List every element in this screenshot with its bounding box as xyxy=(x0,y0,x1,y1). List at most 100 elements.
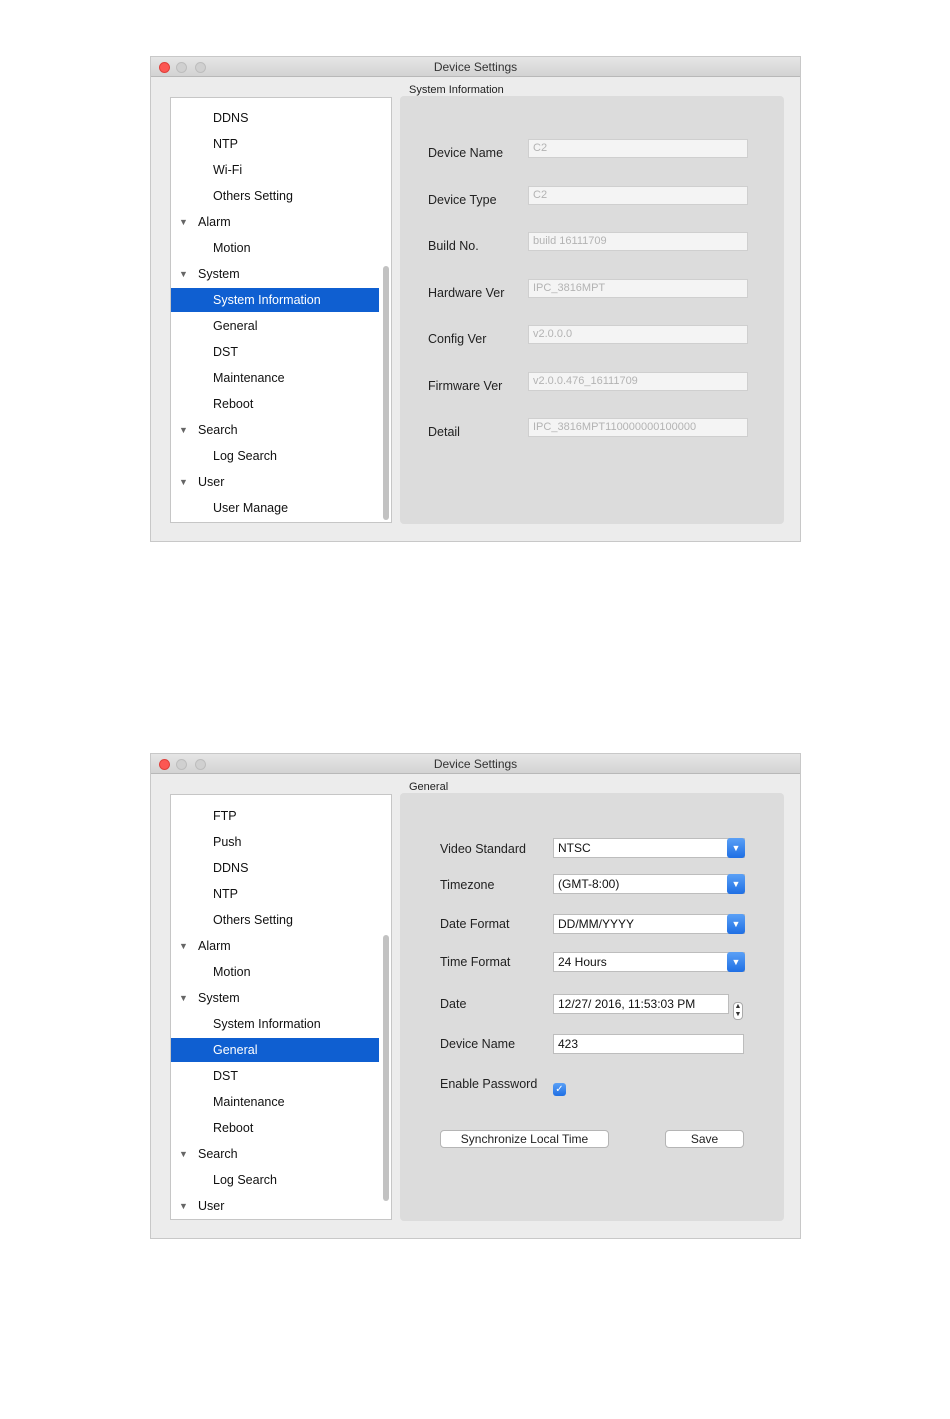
save-button[interactable]: Save xyxy=(665,1130,744,1148)
sidebar-item-system[interactable]: ▼ System xyxy=(171,986,379,1010)
sidebar-item-label: DDNS xyxy=(213,111,249,125)
timezone-select[interactable]: (GMT-8:00) ▼ xyxy=(553,874,745,894)
device-name-label: Device Name xyxy=(428,146,504,160)
settings-tree-sidebar: Email FTP Push DDNS NTP Others Setting ▼ Alarm M… xyxy=(170,794,392,1220)
sidebar-item-label: General xyxy=(213,1043,258,1057)
sidebar-item-system-information[interactable]: System Information xyxy=(171,1012,379,1036)
sidebar-item-others-setting[interactable]: Others Setting xyxy=(171,908,379,932)
sidebar-item-general[interactable]: General xyxy=(171,1038,379,1062)
hardware-ver-label: Hardware Ver xyxy=(428,285,505,300)
sidebar-scrollbar[interactable] xyxy=(383,935,389,1201)
synchronize-local-time-button[interactable]: Synchronize Local Time xyxy=(440,1130,609,1148)
chevron-down-icon[interactable]: ▼ xyxy=(727,952,745,972)
sidebar-item-label: General xyxy=(213,319,258,333)
date-format-select[interactable]: DD/MM/YYYY ▼ xyxy=(553,914,745,934)
device-name-label: Device Name xyxy=(440,1037,516,1051)
video-standard-select[interactable]: NTSC ▼ xyxy=(553,838,745,858)
hardware-ver-field: IPC_3816MPT xyxy=(528,278,748,298)
sidebar-item-label: Search xyxy=(198,1147,238,1161)
sidebar-item-label: User xyxy=(198,475,225,489)
sidebar-item-maintenance[interactable]: Maintenance xyxy=(171,1090,379,1114)
sidebar-item-label: Log Search xyxy=(213,449,277,463)
disclosure-triangle-down-icon[interactable]: ▼ xyxy=(179,470,188,494)
sidebar-item-user[interactable]: ▼ User xyxy=(171,470,379,494)
up-down-stepper-icon[interactable]: ▲ ▼ xyxy=(733,1002,743,1020)
sidebar-item-ddns[interactable]: DDNS xyxy=(171,106,379,130)
sidebar-item-user-manage[interactable]: User Manage xyxy=(171,496,379,520)
sidebar-item-ntp[interactable]: NTP xyxy=(171,132,379,156)
sidebar-item-alarm[interactable]: ▼ Alarm xyxy=(171,210,379,234)
sidebar-item-push[interactable]: Push xyxy=(171,98,379,104)
sidebar-item-label: Reboot xyxy=(213,397,254,411)
disclosure-triangle-down-icon[interactable]: ▼ xyxy=(179,262,188,286)
sidebar-item-system[interactable]: ▼ System xyxy=(171,262,379,286)
date-format-label: Date Format xyxy=(440,917,510,931)
sidebar-item-reboot[interactable]: Reboot xyxy=(171,392,379,416)
video-standard-value: NTSC xyxy=(558,841,591,855)
build-no-field: build 16111709 xyxy=(528,232,748,251)
sidebar-item-ddns[interactable]: DDNS xyxy=(171,856,379,880)
sidebar-item-email[interactable]: Email xyxy=(171,795,379,802)
disclosure-triangle-down-icon[interactable]: ▼ xyxy=(179,986,188,1010)
sidebar-item-user[interactable]: ▼ User xyxy=(171,1194,379,1218)
disclosure-triangle-down-icon[interactable]: ▼ xyxy=(179,1194,188,1218)
config-ver-field: v2.0.0.0 xyxy=(528,325,748,344)
title-bar[interactable]: Device Settings xyxy=(151,754,800,774)
date-value: 12/27/ 2016, 11:53:03 PM xyxy=(558,997,696,1011)
section-title: General xyxy=(409,781,449,793)
disclosure-triangle-down-icon[interactable]: ▼ xyxy=(179,934,188,958)
sidebar-item-label: Push xyxy=(213,98,242,104)
sidebar-item-label: Motion xyxy=(213,241,251,255)
sidebar-item-dst[interactable]: DST xyxy=(171,1064,379,1088)
disclosure-triangle-down-icon[interactable]: ▼ xyxy=(179,1142,188,1166)
disclosure-triangle-down-icon[interactable]: ▼ xyxy=(179,418,188,442)
device-name-field: C2 xyxy=(528,139,748,158)
sidebar-item-wi-fi[interactable]: Wi-Fi xyxy=(171,158,379,182)
device-name-input[interactable]: 423 xyxy=(553,1034,744,1054)
sidebar-item-motion[interactable]: Motion xyxy=(171,960,379,984)
sidebar-item-general[interactable]: General xyxy=(171,314,379,338)
sidebar-item-label: FTP xyxy=(213,809,237,823)
sidebar-item-label: Log Search xyxy=(213,1173,277,1187)
sidebar-item-label: DST xyxy=(213,345,238,359)
device-name-value: 423 xyxy=(558,1037,579,1051)
sidebar-item-search[interactable]: ▼ Search xyxy=(171,418,379,442)
checkmark-icon: ✓ xyxy=(555,1084,564,1095)
timezone-label: Timezone xyxy=(440,878,495,892)
sidebar-item-search[interactable]: ▼ Search xyxy=(171,1142,379,1166)
detail-label: Detail xyxy=(428,425,460,439)
chevron-down-icon[interactable]: ▼ xyxy=(727,874,745,894)
enable-password-checkbox[interactable]: ✓ xyxy=(553,1083,566,1096)
sidebar-item-label: NTP xyxy=(213,137,238,151)
sidebar-item-push[interactable]: Push xyxy=(171,830,379,854)
device-type-field: C2 xyxy=(528,185,748,205)
sidebar-item-ftp[interactable]: FTP xyxy=(171,804,379,828)
sidebar-item-dst[interactable]: DST xyxy=(171,340,379,364)
sidebar-item-label: Motion xyxy=(213,965,251,979)
sidebar-item-maintenance[interactable]: Maintenance xyxy=(171,366,379,390)
section-title: System Information xyxy=(409,84,504,96)
chevron-down-icon[interactable]: ▼ xyxy=(727,914,745,934)
sidebar-item-motion[interactable]: Motion xyxy=(171,236,379,260)
sidebar-item-label: Email xyxy=(213,795,244,802)
sidebar-item-label: Reboot xyxy=(213,1121,254,1135)
sidebar-item-system-information[interactable]: System Information xyxy=(171,288,379,312)
sidebar-item-log-search[interactable]: Log Search xyxy=(171,1168,379,1192)
sidebar-item-label: Others Setting xyxy=(213,913,293,927)
sidebar-item-label: NTP xyxy=(213,887,238,901)
sidebar-item-alarm[interactable]: ▼ Alarm xyxy=(171,934,379,958)
disclosure-triangle-down-icon[interactable]: ▼ xyxy=(179,210,188,234)
date-time-picker[interactable]: 12/27/ 2016, 11:53:03 PM xyxy=(553,994,729,1014)
sidebar-scrollbar[interactable] xyxy=(383,266,389,520)
sidebar-item-label: Alarm xyxy=(198,215,231,229)
sidebar-item-reboot[interactable]: Reboot xyxy=(171,1116,379,1140)
chevron-down-icon[interactable]: ▼ xyxy=(727,838,745,858)
build-no-label: Build No. xyxy=(428,239,479,253)
sidebar-item-others-setting[interactable]: Others Setting xyxy=(171,184,379,208)
title-bar[interactable]: Device Settings xyxy=(151,57,800,77)
time-format-select[interactable]: 24 Hours ▼ xyxy=(553,952,745,972)
sidebar-item-label: DDNS xyxy=(213,861,249,875)
sidebar-item-ntp[interactable]: NTP xyxy=(171,882,379,906)
sidebar-item-log-search[interactable]: Log Search xyxy=(171,444,379,468)
time-format-label: Time Format xyxy=(440,955,511,969)
